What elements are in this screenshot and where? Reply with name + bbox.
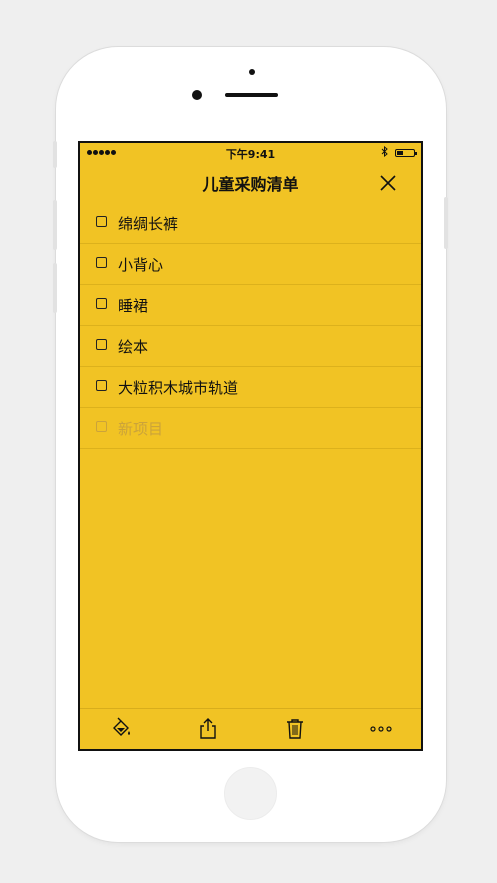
bottom-toolbar <box>80 708 421 749</box>
list-item[interactable]: 睡裙 <box>80 285 421 326</box>
close-button[interactable] <box>377 172 399 194</box>
paint-bucket-icon <box>113 717 130 736</box>
list-item[interactable]: 绵绸长裤 <box>80 203 421 244</box>
new-item-placeholder[interactable]: 新项目 <box>118 418 163 439</box>
new-item-row[interactable]: 新项目 <box>80 408 421 449</box>
checkbox[interactable] <box>96 380 107 391</box>
status-bar: 下午9:41 <box>80 143 421 163</box>
list-item[interactable]: 绘本 <box>80 326 421 367</box>
more-icon <box>370 726 392 732</box>
checklist: 绵绸长裤 小背心 睡裙 绘本 大粒积木城市轨道 新项目 <box>80 203 421 449</box>
earpiece-speaker <box>225 93 278 97</box>
page-title: 儿童采购清单 <box>202 175 299 194</box>
item-label: 大粒积木城市轨道 <box>118 379 239 397</box>
delete-button[interactable] <box>283 717 307 741</box>
mute-switch <box>53 141 57 168</box>
item-label: 绘本 <box>118 338 149 356</box>
nav-bar: 儿童采购清单 <box>80 163 421 203</box>
volume-down-button <box>53 263 57 313</box>
trash-icon <box>287 719 303 739</box>
list-item[interactable]: 大粒积木城市轨道 <box>80 367 421 408</box>
theme-button[interactable] <box>109 717 133 741</box>
proximity-sensor <box>249 69 255 75</box>
bluetooth-icon <box>381 145 389 160</box>
front-camera <box>192 90 202 100</box>
item-label: 睡裙 <box>118 297 149 315</box>
checkbox[interactable] <box>96 298 107 309</box>
close-icon <box>380 175 396 191</box>
checkbox[interactable] <box>96 257 107 268</box>
checkbox[interactable] <box>96 339 107 350</box>
share-icon <box>200 718 216 739</box>
volume-up-button <box>53 200 57 250</box>
status-time: 下午9:41 <box>225 148 276 161</box>
item-label: 绵绸长裤 <box>118 215 179 233</box>
checkbox <box>96 421 107 432</box>
power-button <box>444 197 448 249</box>
list-item[interactable]: 小背心 <box>80 244 421 285</box>
battery-icon <box>395 149 417 157</box>
home-button[interactable] <box>224 767 277 820</box>
share-button[interactable] <box>196 717 220 741</box>
checkbox[interactable] <box>96 216 107 227</box>
more-button[interactable] <box>369 717 393 741</box>
item-label: 小背心 <box>118 256 164 274</box>
screen: 下午9:41 儿童采购清单 绵绸长裤 小背心 睡裙 绘本 大粒积木城市轨道 新项… <box>78 141 423 751</box>
